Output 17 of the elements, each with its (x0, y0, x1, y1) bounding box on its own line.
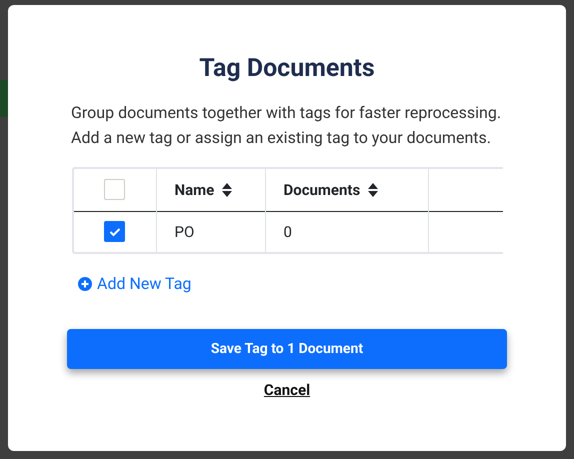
table-cell: PO (156, 211, 265, 252)
table-cell: 0 (265, 211, 428, 252)
description-text: Group documents together with tags for faster reprocessing. (71, 102, 502, 124)
column-header[interactable]: Documents (265, 169, 428, 211)
save-button[interactable]: Save Tag to 1 Document (67, 329, 507, 369)
checkbox[interactable] (104, 179, 126, 200)
checkbox[interactable] (104, 221, 126, 242)
dialog-title: Tag Documents (199, 55, 375, 83)
add-tag-link[interactable]: Add New Tag (78, 272, 192, 296)
cancel-link[interactable]: Cancel (258, 379, 316, 402)
plus-circle-icon (78, 277, 92, 291)
column-header[interactable]: Name (156, 169, 265, 211)
description-text: Add a new tag or assign an existing tag to your documents. (71, 127, 492, 149)
sort-icon (368, 182, 378, 197)
sort-icon (222, 182, 232, 197)
background-bar (0, 80, 8, 117)
check-icon (108, 226, 121, 237)
